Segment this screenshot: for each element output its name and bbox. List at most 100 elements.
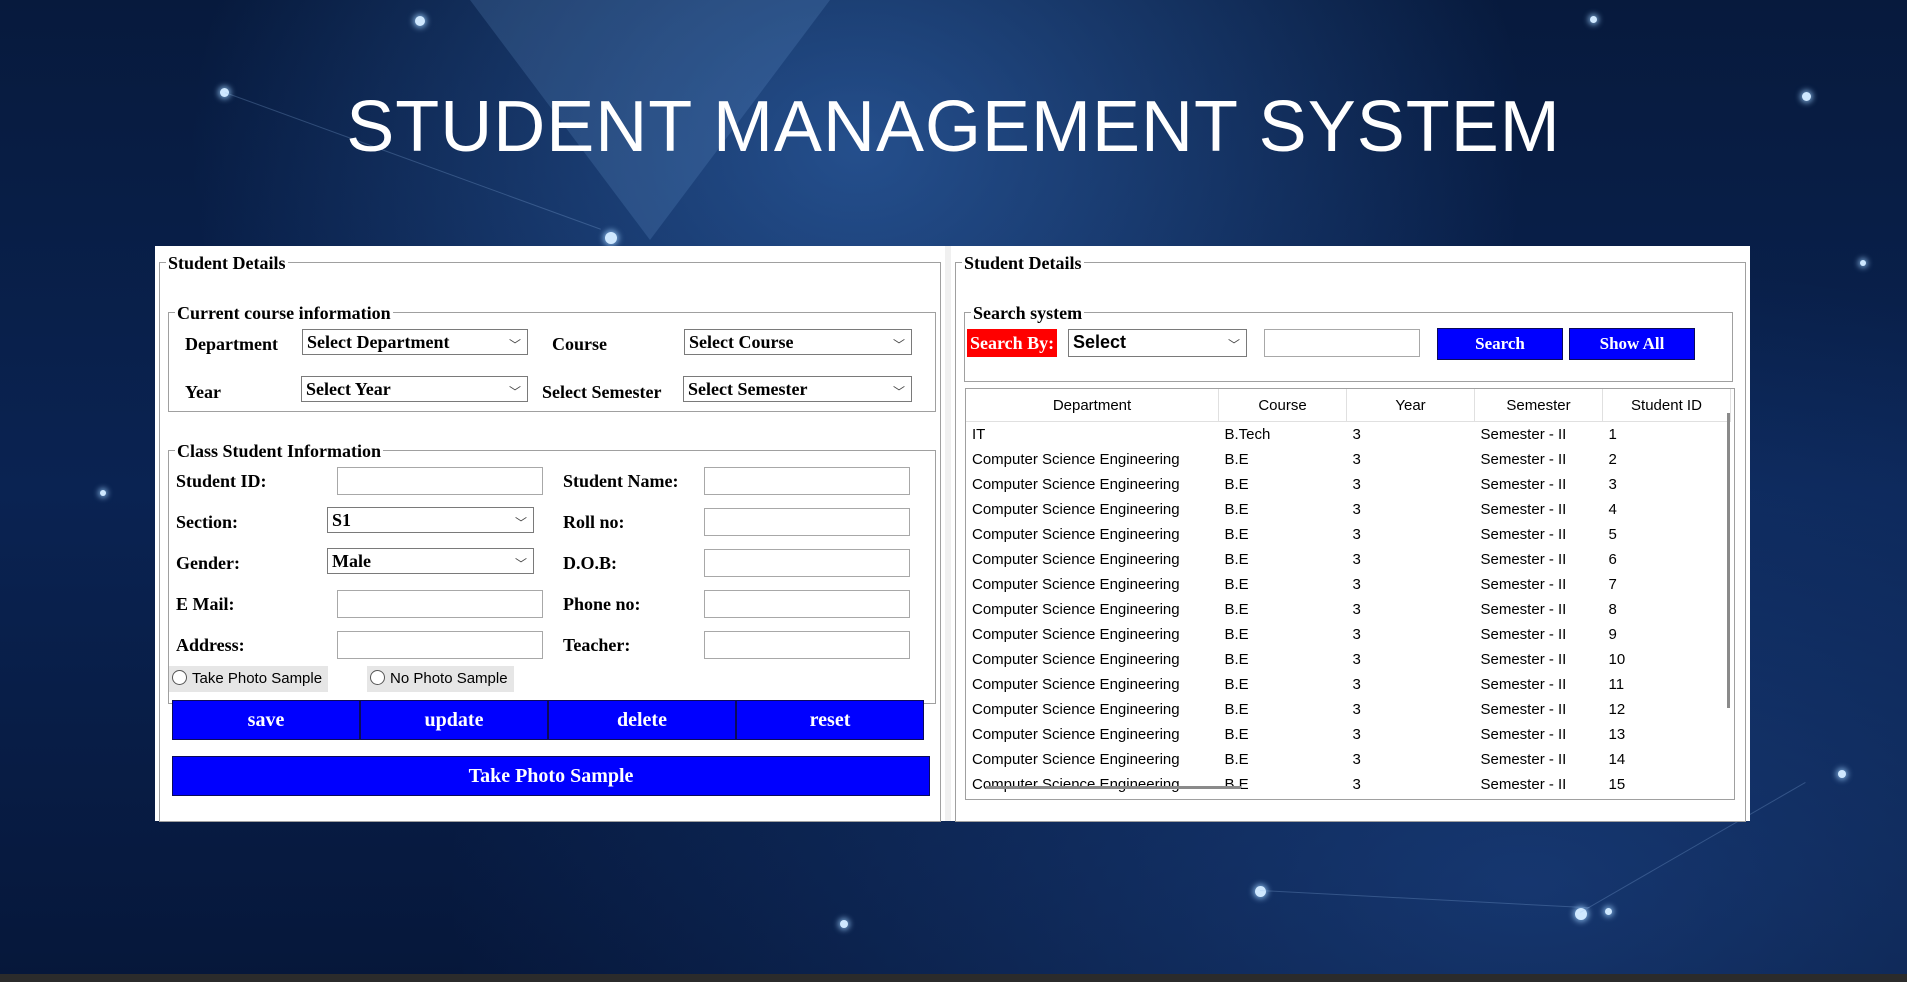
table-cell: 11 [1608,676,1625,693]
table-row[interactable]: Computer Science Engineering B.E 3 Semester… [966,447,1731,472]
department-select-value: Select Department [307,332,450,352]
delete-button[interactable]: delete [548,700,736,740]
table-cell: 3 [1352,626,1361,643]
background-star [1860,260,1866,266]
student-name-label: Student Name: [563,471,679,491]
radio-circle-icon [370,670,385,685]
table-cell: 15 [1608,776,1626,793]
show-all-button[interactable]: Show All [1569,328,1695,360]
save-button[interactable]: save [172,700,360,740]
table-row[interactable]: Computer Science Engineering B.E 3 Semester… [966,672,1731,697]
address-input[interactable] [337,631,543,659]
phone-input[interactable] [704,590,910,618]
dob-input[interactable] [704,549,910,577]
table-cell: Semester - II [1480,601,1567,618]
table-cell: Computer Science Engineering [972,626,1180,643]
dob-label: D.O.B: [563,553,617,573]
table-row[interactable]: Computer Science Engineering B.E 3 Semester… [966,747,1731,772]
table-cell: Semester - II [1480,701,1567,718]
table-cell: B.E [1224,626,1249,643]
table-cell: Computer Science Engineering [972,551,1180,568]
table-cell: Computer Science Engineering [972,601,1180,618]
chevron-down-icon: ﹀ [508,385,521,399]
table-cell: 6 [1608,551,1617,568]
student-id-input[interactable] [337,467,543,495]
semester-label: Select Semester [542,382,662,402]
address-label: Address: [176,635,245,655]
search-query-input[interactable] [1264,329,1420,357]
table-cell: B.E [1224,576,1249,593]
student-data-table: Department Course Year Semester Student … [966,389,1731,797]
column-header-student-id[interactable]: Student ID [1602,389,1731,422]
table-cell: B.E [1224,551,1249,568]
table-cell: Semester - II [1480,451,1567,468]
table-cell: B.E [1224,501,1249,518]
table-cell: 3 [1352,601,1361,618]
table-row[interactable]: Computer Science Engineering B.E 3 Semester… [966,772,1731,797]
roll-no-input[interactable] [704,508,910,536]
table-row[interactable]: Computer Science Engineering B.E 3 Semester… [966,597,1731,622]
chevron-down-icon: ﹀ [514,516,527,530]
table-cell: 3 [1352,726,1361,743]
table-row[interactable]: Computer Science Engineering B.E 3 Semester… [966,472,1731,497]
section-select[interactable]: S1 ﹀ [327,507,534,533]
table-cell: Computer Science Engineering [972,651,1180,668]
table-row[interactable]: Computer Science Engineering B.E 3 Semester… [966,697,1731,722]
table-row[interactable]: Computer Science Engineering B.E 3 Semester… [966,547,1731,572]
gender-select[interactable]: Male ﹀ [327,548,534,574]
table-cell: 3 [1352,776,1361,793]
take-photo-radio[interactable]: Take Photo Sample [169,666,329,692]
background-star [1255,886,1266,897]
department-select[interactable]: Select Department ﹀ [302,329,528,355]
table-cell: Computer Science Engineering [972,451,1180,468]
main-window: Student Details Current course informati… [155,246,1750,822]
chevron-down-icon: ﹀ [514,557,527,571]
table-cell: Computer Science Engineering [972,501,1180,518]
table-cell: Semester - II [1480,726,1567,743]
column-header-semester[interactable]: Semester [1474,389,1603,422]
background-star [415,16,425,26]
table-cell: 3 [1352,526,1361,543]
table-cell: 4 [1608,501,1617,518]
column-header-department[interactable]: Department [966,389,1219,422]
table-cell: 3 [1352,501,1361,518]
table-cell: Semester - II [1480,501,1567,518]
table-cell: Computer Science Engineering [972,526,1180,543]
column-header-year[interactable]: Year [1346,389,1475,422]
horizontal-scrollbar[interactable] [986,786,1241,789]
table-row[interactable]: Computer Science Engineering B.E 3 Semester… [966,647,1731,672]
table-cell: 3 [1352,426,1361,443]
table-row[interactable]: Computer Science Engineering B.E 3 Semester… [966,572,1731,597]
background-line [1259,890,1590,909]
table-cell: B.E [1224,601,1249,618]
table-cell: 14 [1608,751,1626,768]
table-row[interactable]: Computer Science Engineering B.E 3 Semester… [966,722,1731,747]
update-button[interactable]: update [360,700,548,740]
take-photo-sample-button[interactable]: Take Photo Sample [172,756,930,796]
search-button[interactable]: Search [1437,328,1563,360]
column-header-course[interactable]: Course [1218,389,1347,422]
no-photo-radio[interactable]: No Photo Sample [367,666,514,692]
teacher-label: Teacher: [563,635,631,655]
table-row[interactable]: Computer Science Engineering B.E 3 Semester… [966,497,1731,522]
course-label: Course [552,334,607,354]
year-select[interactable]: Select Year ﹀ [301,376,528,402]
table-cell: 3 [1352,701,1361,718]
vertical-scrollbar[interactable] [1727,413,1730,708]
table-row[interactable]: Computer Science Engineering B.E 3 Semester… [966,522,1731,547]
table-cell: 3 [1352,751,1361,768]
table-cell: 3 [1608,476,1617,493]
chevron-down-icon: ﹀ [892,385,905,399]
student-name-input[interactable] [704,467,910,495]
email-input[interactable] [337,590,543,618]
reset-button[interactable]: reset [736,700,924,740]
table-cell: Computer Science Engineering [972,676,1180,693]
course-select[interactable]: Select Course ﹀ [684,329,912,355]
table-row[interactable]: IT B.Tech 3 Semester - II 1 [966,422,1731,448]
background-star [1605,908,1612,915]
background-star [1590,16,1597,23]
table-row[interactable]: Computer Science Engineering B.E 3 Semester… [966,622,1731,647]
search-by-select[interactable]: Select ﹀ [1068,329,1247,357]
semester-select[interactable]: Select Semester ﹀ [683,376,912,402]
teacher-input[interactable] [704,631,910,659]
